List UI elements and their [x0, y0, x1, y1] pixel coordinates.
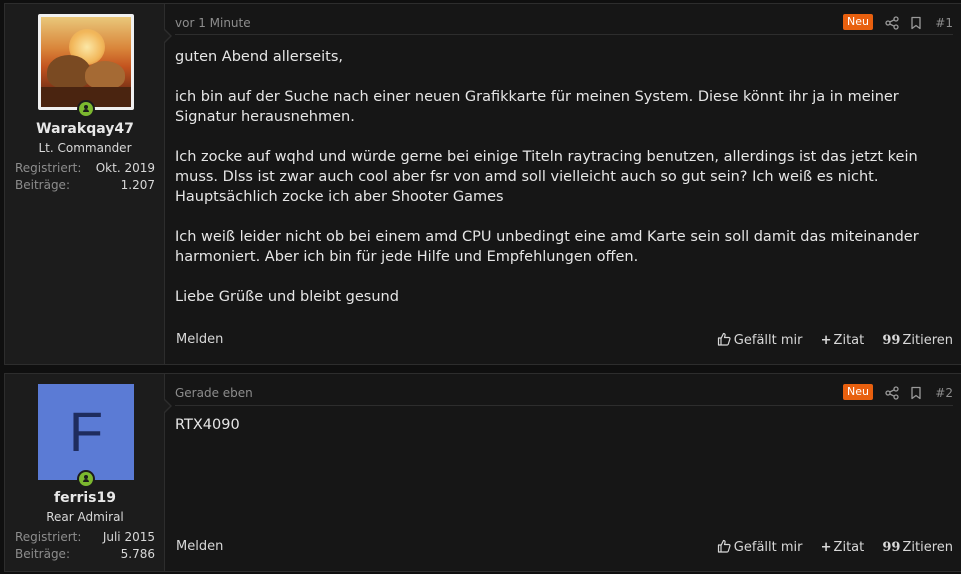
post-date[interactable]: Gerade eben	[175, 386, 253, 400]
cite-button[interactable]: 99 Zitieren	[882, 540, 953, 555]
post-date[interactable]: vor 1 Minute	[175, 16, 251, 30]
message-body: guten Abend allerseits, ich bin auf der …	[175, 47, 949, 307]
reaction-actions: Gefällt mir + Zitat 99 Zitieren	[703, 332, 953, 348]
thumbs-up-icon	[717, 539, 731, 553]
stat-value: Juli 2015	[102, 530, 155, 544]
like-label: Gefällt mir	[733, 540, 803, 555]
avatar[interactable]: F	[38, 384, 134, 488]
report-link[interactable]: Melden	[176, 332, 223, 347]
user-title: Rear Admiral	[46, 510, 124, 524]
new-badge: Neu	[843, 14, 873, 30]
thumbs-up-icon	[717, 332, 731, 346]
username[interactable]: ferris19	[5, 490, 165, 506]
message-header: vor 1 Minute Neu #1	[175, 4, 953, 35]
plus-icon: +	[820, 540, 832, 555]
user-cell: Warakqay47 Lt. Commander Registriert: Ok…	[5, 4, 165, 364]
plus-icon: +	[820, 333, 832, 348]
stat-label: Registriert:	[15, 161, 82, 175]
reaction-actions: Gefällt mir + Zitat 99 Zitieren	[703, 539, 953, 555]
user-cell: F ferris19 Rear Admiral Registriert: Jul…	[5, 374, 165, 571]
paragraph: Ich zocke auf wqhd und würde gerne bei e…	[175, 149, 918, 185]
paragraph: Hauptsächlich zocke ich aber Shooter Gam…	[175, 189, 504, 205]
stat-value[interactable]: 5.786	[121, 547, 155, 561]
avatar-letter[interactable]: F	[38, 384, 134, 480]
stat-value: Okt. 2019	[95, 161, 155, 175]
quote-label: Zitat	[833, 540, 865, 555]
share-icon[interactable]	[885, 16, 899, 30]
quote-button[interactable]: + Zitat	[821, 333, 865, 348]
paragraph: guten Abend allerseits,	[175, 49, 344, 65]
message-header: Gerade eben Neu #2	[175, 374, 953, 406]
quote-icon: 99	[882, 333, 901, 348]
online-icon	[77, 100, 95, 118]
new-badge: Neu	[843, 384, 873, 400]
post-2: F ferris19 Rear Admiral Registriert: Jul…	[4, 373, 961, 572]
post-number[interactable]: #1	[935, 16, 953, 30]
paragraph: RTX4090	[175, 417, 240, 433]
username[interactable]: Warakqay47	[5, 121, 165, 137]
message-footer: Melden Gefällt mir + Zitat 99 Zitieren	[175, 539, 953, 557]
share-icon[interactable]	[885, 386, 899, 400]
stat-label: Beiträge:	[15, 547, 70, 561]
cite-button[interactable]: 99 Zitieren	[882, 333, 953, 348]
like-button[interactable]: Gefällt mir	[717, 332, 803, 348]
like-button[interactable]: Gefällt mir	[717, 539, 803, 555]
avatar-image[interactable]	[38, 14, 134, 110]
paragraph: ich bin auf der Suche nach einer neuen G…	[175, 89, 899, 125]
post-1: Warakqay47 Lt. Commander Registriert: Ok…	[4, 3, 961, 365]
post-number[interactable]: #2	[935, 386, 953, 400]
quote-label: Zitat	[833, 333, 865, 348]
cite-label: Zitieren	[902, 333, 953, 348]
avatar[interactable]	[38, 14, 134, 118]
paragraph: Liebe Grüße und bleibt gesund	[175, 289, 399, 305]
quote-icon: 99	[882, 540, 901, 555]
stat-label: Registriert:	[15, 530, 82, 544]
bookmark-icon[interactable]	[909, 16, 923, 30]
message-footer: Melden Gefällt mir + Zitat 99 Zitieren	[175, 332, 953, 350]
cite-label: Zitieren	[902, 540, 953, 555]
quote-button[interactable]: + Zitat	[821, 540, 865, 555]
online-icon	[77, 470, 95, 488]
stat-value[interactable]: 1.207	[121, 178, 155, 192]
bookmark-icon[interactable]	[909, 386, 923, 400]
paragraph: Ich weiß leider nicht ob bei einem amd C…	[175, 229, 919, 265]
like-label: Gefällt mir	[733, 333, 803, 348]
stat-label: Beiträge:	[15, 178, 70, 192]
message-body: RTX4090	[175, 415, 949, 435]
user-title: Lt. Commander	[38, 141, 132, 155]
report-link[interactable]: Melden	[176, 539, 223, 554]
